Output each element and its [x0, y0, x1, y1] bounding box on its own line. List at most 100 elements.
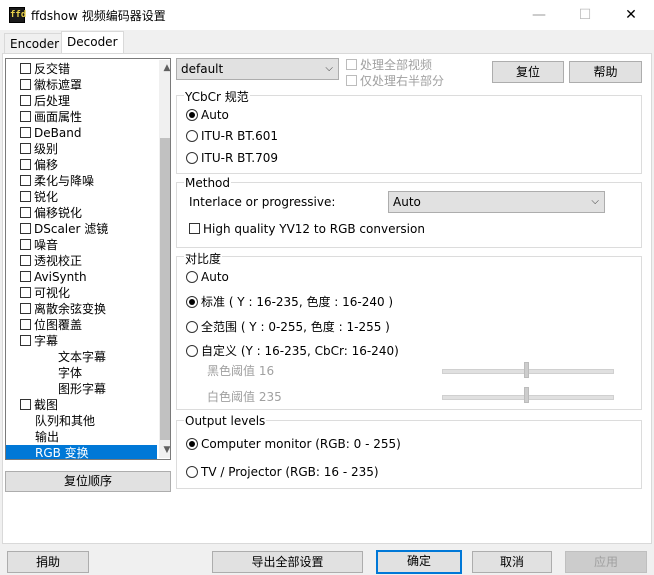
output-radio-0[interactable] [186, 437, 198, 450]
tree-item[interactable]: 柔化与降噪 [6, 173, 157, 189]
tree-item[interactable]: 反交错 [6, 61, 157, 77]
contrast-label-0: Auto [201, 270, 229, 284]
close-button[interactable]: ✕ [608, 0, 654, 30]
tree-item[interactable]: 字体 [6, 365, 157, 381]
tree-item[interactable]: DScaler 滤镜 [6, 221, 157, 237]
tree-item[interactable]: 字幕 [6, 333, 157, 349]
tab-encoder[interactable]: Encoder [4, 33, 66, 54]
tree-item[interactable]: 偏移 [6, 157, 157, 173]
ycbcr-radio-2[interactable] [186, 151, 198, 164]
tree-item-checkbox[interactable] [20, 159, 31, 170]
maximize-button[interactable]: ☐ [562, 0, 608, 30]
preset-select[interactable]: default ⌵ [176, 58, 339, 80]
tree-item-checkbox[interactable] [20, 399, 31, 410]
process-whole-option[interactable]: 处理全部视频 [346, 56, 432, 73]
interlace-select[interactable]: Auto ⌵ [388, 191, 605, 213]
ycbcr-radio-1[interactable] [186, 129, 198, 142]
tree-item[interactable]: 文本字幕 [6, 349, 157, 365]
contrast-radio-2[interactable] [186, 320, 198, 333]
tree-item[interactable]: 位图覆盖 [6, 317, 157, 333]
tree-item-checkbox[interactable] [20, 143, 31, 154]
tree-item[interactable]: 画面属性 [6, 109, 157, 125]
tree-item-label: 偏移 [34, 158, 59, 172]
tree-item-checkbox[interactable] [20, 255, 31, 266]
scroll-up-icon[interactable]: ▲ [159, 60, 170, 76]
contrast-radio-0[interactable] [186, 270, 198, 283]
tree-item[interactable]: AviSynth [6, 269, 157, 285]
ycbcr-radio-0[interactable] [186, 108, 198, 121]
apply-button[interactable]: 应用 [565, 551, 647, 573]
tree-item-label: 噪音 [34, 238, 59, 252]
contrast-option-custom[interactable]: 自定义 (Y : 16-235, CbCr: 16-240) [186, 342, 399, 359]
tree-item-label: 透视校正 [34, 254, 83, 268]
ycbcr-option-bt709[interactable]: ITU-R BT.709 [186, 151, 278, 165]
tree-item[interactable]: 可视化 [6, 285, 157, 301]
tab-decoder[interactable]: Decoder [61, 31, 124, 55]
scroll-down-icon[interactable]: ▼ [159, 442, 170, 458]
tree-item[interactable]: 输出 [6, 429, 157, 445]
tree-item[interactable]: 偏移锐化 [6, 205, 157, 221]
tree-item[interactable]: 离散余弦变换 [6, 301, 157, 317]
tree-item[interactable]: 图形字幕 [6, 381, 157, 397]
tree-item-checkbox[interactable] [20, 95, 31, 106]
contrast-option-auto[interactable]: Auto [186, 270, 229, 284]
tree-item[interactable]: 徽标遮罩 [6, 77, 157, 93]
tree-item-label: RGB 变换 [35, 446, 89, 460]
process-whole-checkbox[interactable] [346, 59, 357, 70]
process-right-half-checkbox[interactable] [346, 75, 357, 86]
tree-item-checkbox[interactable] [20, 303, 31, 314]
tree-item[interactable]: RGB 变换 [6, 445, 157, 460]
ycbcr-option-auto[interactable]: Auto [186, 108, 229, 122]
tree-item[interactable]: 截图 [6, 397, 157, 413]
process-right-half-option[interactable]: 仅处理右半部分 [346, 72, 444, 89]
tree-item-checkbox[interactable] [20, 111, 31, 122]
tree-item-label: DScaler 滤镜 [34, 222, 109, 236]
reset-order-button[interactable]: 复位顺序 [5, 471, 171, 492]
contrast-radio-3[interactable] [186, 344, 198, 357]
output-radio-1[interactable] [186, 465, 198, 478]
reset-button[interactable]: 复位 [492, 61, 564, 83]
contrast-option-full[interactable]: 全范围 ( Y : 0-255, 色度 : 1-255 ) [186, 318, 390, 335]
tree-item[interactable]: 级别 [6, 141, 157, 157]
tree-item-checkbox[interactable] [20, 207, 31, 218]
tree-item-checkbox[interactable] [20, 287, 31, 298]
black-threshold-slider[interactable] [524, 362, 529, 378]
tree-item-label: 位图覆盖 [34, 318, 83, 332]
tree-item-label: AviSynth [34, 270, 87, 284]
tree-item-label: 级别 [34, 142, 59, 156]
ok-button[interactable]: 确定 [376, 550, 462, 574]
help-button[interactable]: 帮助 [569, 61, 642, 83]
ycbcr-option-bt601[interactable]: ITU-R BT.601 [186, 129, 278, 143]
hq-conversion-option[interactable]: High quality YV12 to RGB conversion [189, 222, 425, 236]
contrast-option-standard[interactable]: 标准 ( Y : 16-235, 色度 : 16-240 ) [186, 293, 393, 310]
tree-item-checkbox[interactable] [20, 63, 31, 74]
tree-item-checkbox[interactable] [20, 191, 31, 202]
tree-item[interactable]: 队列和其他 [6, 413, 157, 429]
cancel-button[interactable]: 取消 [472, 551, 552, 573]
output-label-1: TV / Projector (RGB: 16 - 235) [201, 465, 379, 479]
tree-item-checkbox[interactable] [20, 319, 31, 330]
tree-item[interactable]: DeBand [6, 125, 157, 141]
minimize-button[interactable]: — [516, 0, 562, 30]
hq-conversion-checkbox[interactable] [189, 223, 200, 234]
tree-item[interactable]: 透视校正 [6, 253, 157, 269]
white-threshold-slider[interactable] [524, 387, 529, 403]
donate-button[interactable]: 捐助 [7, 551, 89, 573]
tree-item-checkbox[interactable] [20, 271, 31, 282]
tree-item-checkbox[interactable] [20, 79, 31, 90]
scroll-thumb[interactable] [160, 138, 170, 440]
tree-item-checkbox[interactable] [20, 335, 31, 346]
tree-item[interactable]: 后处理 [6, 93, 157, 109]
filter-tree[interactable]: 反交错 徽标遮罩 后处理 画面属性 DeBand 级别偏移 柔化与降噪 锐化 偏移锐化 DScal… [5, 58, 171, 460]
tree-scrollbar[interactable]: ▲ ▼ [159, 60, 170, 458]
output-option-tv[interactable]: TV / Projector (RGB: 16 - 235) [186, 465, 379, 479]
tree-item-checkbox[interactable] [20, 175, 31, 186]
output-option-monitor[interactable]: Computer monitor (RGB: 0 - 255) [186, 437, 401, 451]
tree-item[interactable]: 噪音 [6, 237, 157, 253]
tree-item-checkbox[interactable] [20, 239, 31, 250]
tree-item[interactable]: 锐化 [6, 189, 157, 205]
contrast-radio-1[interactable] [186, 295, 198, 308]
export-all-button[interactable]: 导出全部设置 [212, 551, 363, 573]
tree-item-checkbox[interactable] [20, 223, 31, 234]
tree-item-checkbox[interactable] [20, 127, 31, 138]
